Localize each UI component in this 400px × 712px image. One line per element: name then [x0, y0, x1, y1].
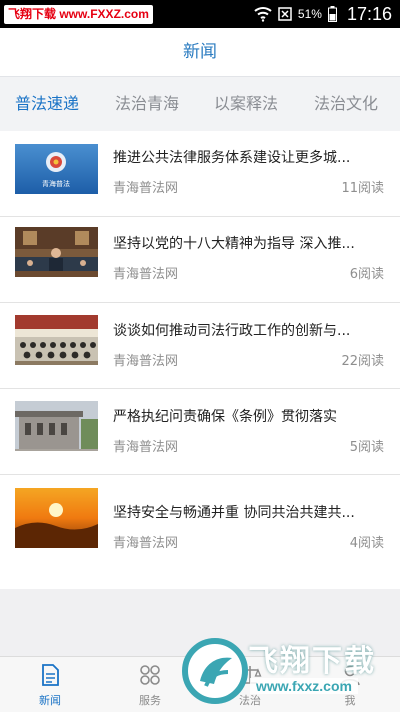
- news-read-count: 22阅读: [341, 354, 384, 369]
- news-item[interactable]: 严格执纪问责确保《条例》贯彻落实 青海普法网 5阅读: [0, 389, 400, 475]
- status-bar: 飞翔下载 www.FXXZ.com 51% 17:16: [0, 0, 400, 28]
- signal-icon: [278, 7, 292, 21]
- nav-label: 新闻: [39, 694, 61, 707]
- news-source: 青海普法网: [113, 354, 179, 369]
- news-source: 青海普法网: [113, 536, 179, 551]
- news-read-count: 4阅读: [349, 536, 384, 551]
- fxxz-logo-icon: [182, 638, 248, 704]
- status-icons: 51% 17:16: [254, 0, 392, 28]
- status-time: 17:16: [346, 3, 392, 24]
- news-source: 青海普法网: [113, 181, 179, 196]
- page-header: 新闻: [0, 28, 400, 76]
- nav-news[interactable]: 新闻: [10, 657, 90, 712]
- news-thumbnail: [15, 227, 98, 277]
- news-item[interactable]: 坚持以党的十八大精神为指导 深入推... 青海普法网 6阅读: [0, 217, 400, 303]
- thumb-caption: 青海普法: [42, 179, 70, 188]
- news-item[interactable]: 坚持安全与畅通并重 协同共治共建共... 青海普法网 4阅读: [0, 475, 400, 589]
- news-title: 坚持以党的十八大精神为指导 深入推...: [113, 236, 355, 252]
- category-tabs: 普法速递 法治青海 以案释法 法治文化: [0, 76, 400, 131]
- news-title: 谈谈如何推动司法行政工作的创新与...: [113, 323, 351, 339]
- news-read-count: 6阅读: [349, 267, 384, 282]
- news-thumbnail: [15, 488, 98, 548]
- tab-yian-shifa[interactable]: 以案释法: [214, 77, 278, 132]
- watermark-logo: 飞翔下载 www.fxxz.com: [178, 630, 400, 712]
- news-list: 青海普法 推进公共法律服务体系建设让更多城... 青海普法网 11阅读 坚持以党…: [0, 131, 400, 589]
- grid-icon: [140, 665, 160, 685]
- news-read-count: 11阅读: [341, 181, 384, 196]
- tab-pufa-sudi[interactable]: 普法速递: [15, 77, 79, 132]
- news-title: 严格执纪问责确保《条例》贯彻落实: [113, 409, 337, 425]
- tab-fazhi-wenhua[interactable]: 法治文化: [314, 77, 378, 132]
- news-thumbnail: [15, 401, 98, 451]
- watermark-banner: 飞翔下载 www.FXXZ.com: [4, 5, 153, 24]
- page-title: 新闻: [183, 42, 217, 62]
- news-item[interactable]: 青海普法 推进公共法律服务体系建设让更多城... 青海普法网 11阅读: [0, 131, 400, 217]
- news-source: 青海普法网: [113, 267, 179, 282]
- watermark-url: www.fxxz.com: [250, 678, 358, 694]
- tab-fazhi-qinghai[interactable]: 法治青海: [115, 77, 179, 132]
- battery-percent: 51%: [297, 7, 322, 21]
- news-thumbnail: [15, 315, 98, 365]
- news-thumbnail: 青海普法: [15, 144, 98, 194]
- news-read-count: 5阅读: [349, 440, 384, 455]
- news-title: 坚持安全与畅通并重 协同共治共建共...: [113, 505, 355, 521]
- wifi-icon: [254, 7, 272, 22]
- battery-icon: [327, 6, 337, 22]
- watermark-text: 飞翔下载: [248, 644, 376, 679]
- news-title: 推进公共法律服务体系建设让更多城...: [113, 150, 351, 166]
- document-icon: [42, 664, 59, 686]
- news-item[interactable]: 谈谈如何推动司法行政工作的创新与... 青海普法网 22阅读: [0, 303, 400, 389]
- news-source: 青海普法网: [113, 440, 179, 455]
